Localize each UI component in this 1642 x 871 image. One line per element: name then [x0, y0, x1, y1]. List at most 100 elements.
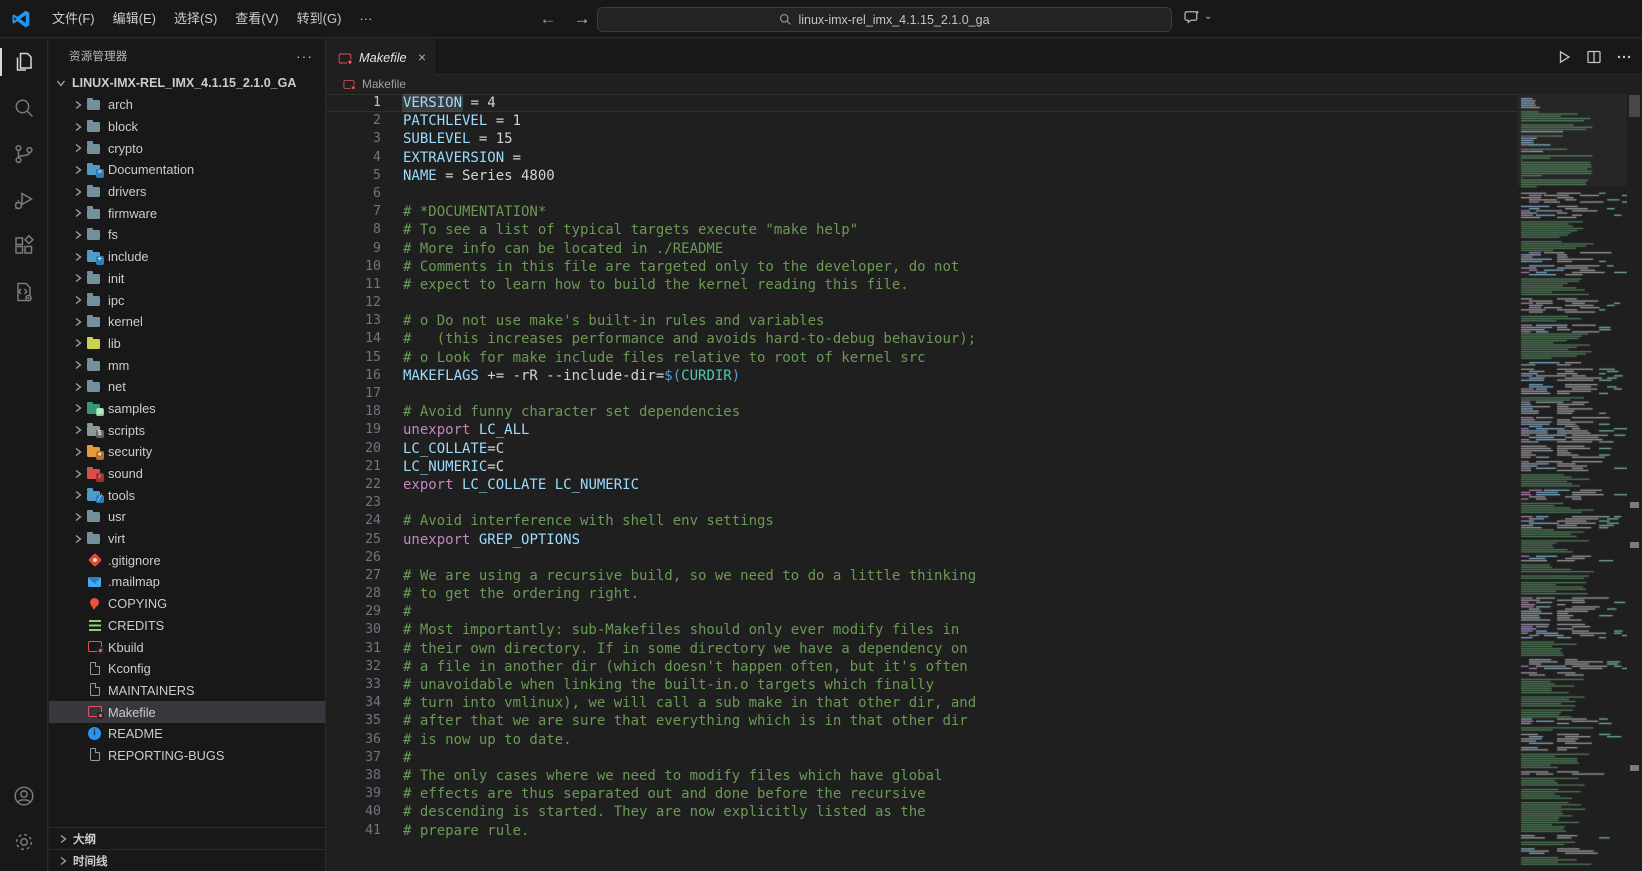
- tree-item-scripts[interactable]: $ scripts: [49, 419, 325, 441]
- tree-item-maintainers[interactable]: MAINTAINERS: [49, 680, 325, 702]
- tree-item-mm[interactable]: mm: [49, 354, 325, 376]
- copilot-icon: [1184, 10, 1200, 24]
- line-number: 13: [365, 313, 381, 329]
- command-center-search[interactable]: linux-imx-rel_imx_4.1.15_2.1.0_ga: [597, 7, 1172, 32]
- tree-item-crypto[interactable]: crypto: [49, 137, 325, 159]
- explorer-sidebar: 资源管理器 ··· LINUX-IMX-REL_IMX_4.1.15_2.1.0…: [49, 39, 326, 871]
- tree-item-virt[interactable]: virt: [49, 528, 325, 550]
- line-content: # Avoid funny character set dependencies: [403, 404, 741, 421]
- menu-item-2[interactable]: 选择(S): [165, 7, 226, 31]
- run-button[interactable]: [1556, 49, 1572, 65]
- breadcrumb-item[interactable]: Makefile: [362, 77, 406, 91]
- activity-source-control-icon[interactable]: [0, 131, 48, 177]
- code-line-38: 38 # The only cases where we need to modi…: [327, 767, 1517, 785]
- tree-item-lib[interactable]: lib: [49, 333, 325, 355]
- search-value: linux-imx-rel_imx_4.1.15_2.1.0_ga: [798, 12, 990, 27]
- scrollbar-decoration: [1630, 542, 1639, 548]
- tree-root-folder[interactable]: LINUX-IMX-REL_IMX_4.1.15_2.1.0_GA: [49, 72, 325, 94]
- line-number: 18: [365, 404, 381, 420]
- activity-settings-icon[interactable]: [0, 819, 48, 865]
- chevron-right-icon: [70, 249, 86, 265]
- folder-include-icon: +: [86, 249, 104, 265]
- tree-item-firmware[interactable]: firmware: [49, 202, 325, 224]
- tree-item-init[interactable]: init: [49, 268, 325, 290]
- chevron-right-icon: [70, 119, 86, 135]
- tree-item-documentation[interactable]: ≡ Documentation: [49, 159, 325, 181]
- split-editor-button[interactable]: [1586, 49, 1602, 65]
- tree-item-kbuild[interactable]: Kbuild: [49, 636, 325, 658]
- tree-item-include[interactable]: + include: [49, 246, 325, 268]
- vertical-scrollbar[interactable]: [1627, 94, 1642, 871]
- tree-item-drivers[interactable]: drivers: [49, 181, 325, 203]
- tree-item-arch[interactable]: arch: [49, 94, 325, 116]
- more-actions-button[interactable]: [1616, 49, 1632, 65]
- tree-item-usr[interactable]: usr: [49, 506, 325, 528]
- tree-item-kernel[interactable]: kernel: [49, 311, 325, 333]
- tab-close-icon[interactable]: ×: [418, 49, 426, 65]
- activity-account-icon[interactable]: [0, 773, 48, 819]
- tree-item-label: crypto: [108, 140, 143, 156]
- tree-item-security[interactable]: ● security: [49, 441, 325, 463]
- code-line-13: 13 # o Do not use make's built-in rules a…: [327, 312, 1517, 330]
- scrollbar-slider[interactable]: [1629, 95, 1640, 117]
- minimap-slider[interactable]: [1517, 94, 1627, 186]
- tree-item--gitignore[interactable]: .gitignore: [49, 549, 325, 571]
- menu-item-1[interactable]: 编辑(E): [104, 7, 165, 31]
- tree-item--mailmap[interactable]: .mailmap: [49, 571, 325, 593]
- menu-more[interactable]: ···: [350, 7, 381, 31]
- tab-makefile[interactable]: Makefile ×: [327, 39, 435, 75]
- code-line-3: 3 SUBLEVEL = 15: [327, 130, 1517, 148]
- tree-item-readme[interactable]: i README: [49, 723, 325, 745]
- menu-item-4[interactable]: 转到(G): [288, 7, 351, 31]
- tree-item-block[interactable]: block: [49, 116, 325, 138]
- folder-icon: [86, 379, 103, 395]
- copilot-menu[interactable]: ⌄: [1184, 8, 1212, 25]
- tree-item-kconfig[interactable]: Kconfig: [49, 658, 325, 680]
- line-number: 21: [365, 458, 381, 474]
- tree-item-samples[interactable]: ▦ samples: [49, 398, 325, 420]
- tree-item-tools[interactable]: ╱ tools: [49, 484, 325, 506]
- sidebar-section-outline[interactable]: 大纲: [49, 827, 325, 849]
- sidebar-section-timeline[interactable]: 时间线: [49, 849, 325, 871]
- line-content: # o Look for make include files relative…: [403, 349, 926, 366]
- folder-icon: [86, 270, 103, 286]
- activity-explorer-icon[interactable]: [0, 39, 48, 85]
- tree-item-ipc[interactable]: ipc: [49, 289, 325, 311]
- file-tree: arch block crypto ≡ Documentation drivers firm…: [49, 94, 325, 766]
- code-line-36: 36 # is now up to date.: [327, 731, 1517, 749]
- activity-bar-bottom: [0, 773, 48, 865]
- menu-item-3[interactable]: 查看(V): [226, 7, 287, 31]
- line-number: 34: [365, 695, 381, 711]
- breadcrumbs[interactable]: Makefile: [327, 75, 1642, 93]
- nav-forward-icon[interactable]: →: [570, 9, 594, 29]
- tree-item-sound[interactable]: ♪ sound: [49, 463, 325, 485]
- tree-item-credits[interactable]: CREDITS: [49, 615, 325, 637]
- tree-item-makefile[interactable]: Makefile: [49, 701, 325, 723]
- line-number: 17: [365, 386, 381, 401]
- line-content: # after that we are sure that everything…: [403, 713, 968, 730]
- chevron-right-icon: [70, 184, 86, 200]
- tree-item-copying[interactable]: COPYING: [49, 593, 325, 615]
- sidebar-more-actions[interactable]: ···: [296, 48, 313, 64]
- tree-item-label: block: [108, 119, 138, 135]
- activity-run-debug-icon[interactable]: [0, 177, 48, 223]
- code-editor[interactable]: 1 VERSION = 4 2 PATCHLEVEL = 1 3 SUBLEVEL = 1…: [327, 94, 1517, 871]
- chevron-right-icon: [70, 270, 86, 286]
- code-line-34: 34 # turn into vmlinux), we will call a s…: [327, 694, 1517, 712]
- activity-makefile-tools-icon[interactable]: [0, 269, 48, 315]
- minimap[interactable]: [1517, 94, 1627, 871]
- line-content: MAKEFLAGS += -rR --include-dir=$(CURDIR): [403, 367, 741, 384]
- tree-item-fs[interactable]: fs: [49, 224, 325, 246]
- activity-extensions-icon[interactable]: [0, 223, 48, 269]
- menu-item-0[interactable]: 文件(F): [43, 7, 104, 31]
- nav-back-icon[interactable]: ←: [536, 9, 560, 29]
- code-line-17: 17: [327, 385, 1517, 403]
- code-line-35: 35 # after that we are sure that everythi…: [327, 712, 1517, 730]
- activity-search-icon[interactable]: [0, 85, 48, 131]
- tree-item-label: samples: [108, 400, 156, 416]
- tree-item-label: .mailmap: [108, 574, 160, 590]
- tree-item-reporting-bugs[interactable]: REPORTING-BUGS: [49, 745, 325, 767]
- line-number: 39: [365, 786, 381, 802]
- line-number: 32: [365, 658, 381, 674]
- tree-item-net[interactable]: net: [49, 376, 325, 398]
